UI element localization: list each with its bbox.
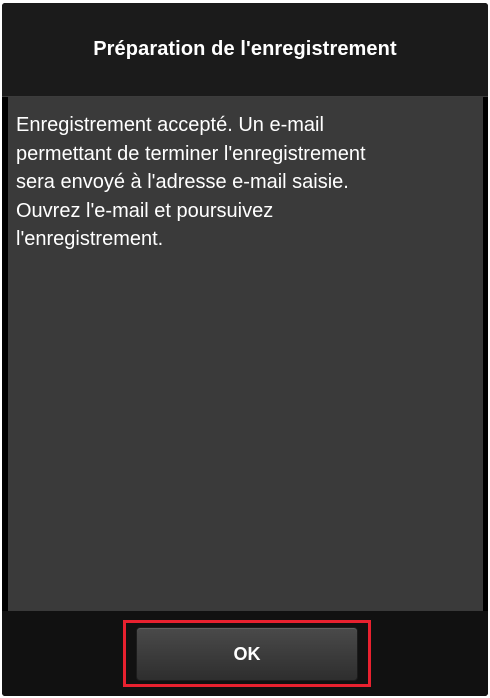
dialog-screen: Préparation de l'enregistrement Enregist… — [2, 3, 488, 696]
ok-button-label: OK — [233, 643, 261, 664]
footer-bar: OK — [2, 611, 488, 696]
message-text: Enregistrement accepté. Un e-mail permet… — [16, 114, 366, 250]
dialog-title: Préparation de l'enregistrement — [93, 38, 397, 60]
title-bar: Préparation de l'enregistrement — [2, 3, 488, 97]
message-panel: Enregistrement accepté. Un e-mail permet… — [8, 97, 483, 611]
ok-button[interactable]: OK — [136, 627, 358, 681]
